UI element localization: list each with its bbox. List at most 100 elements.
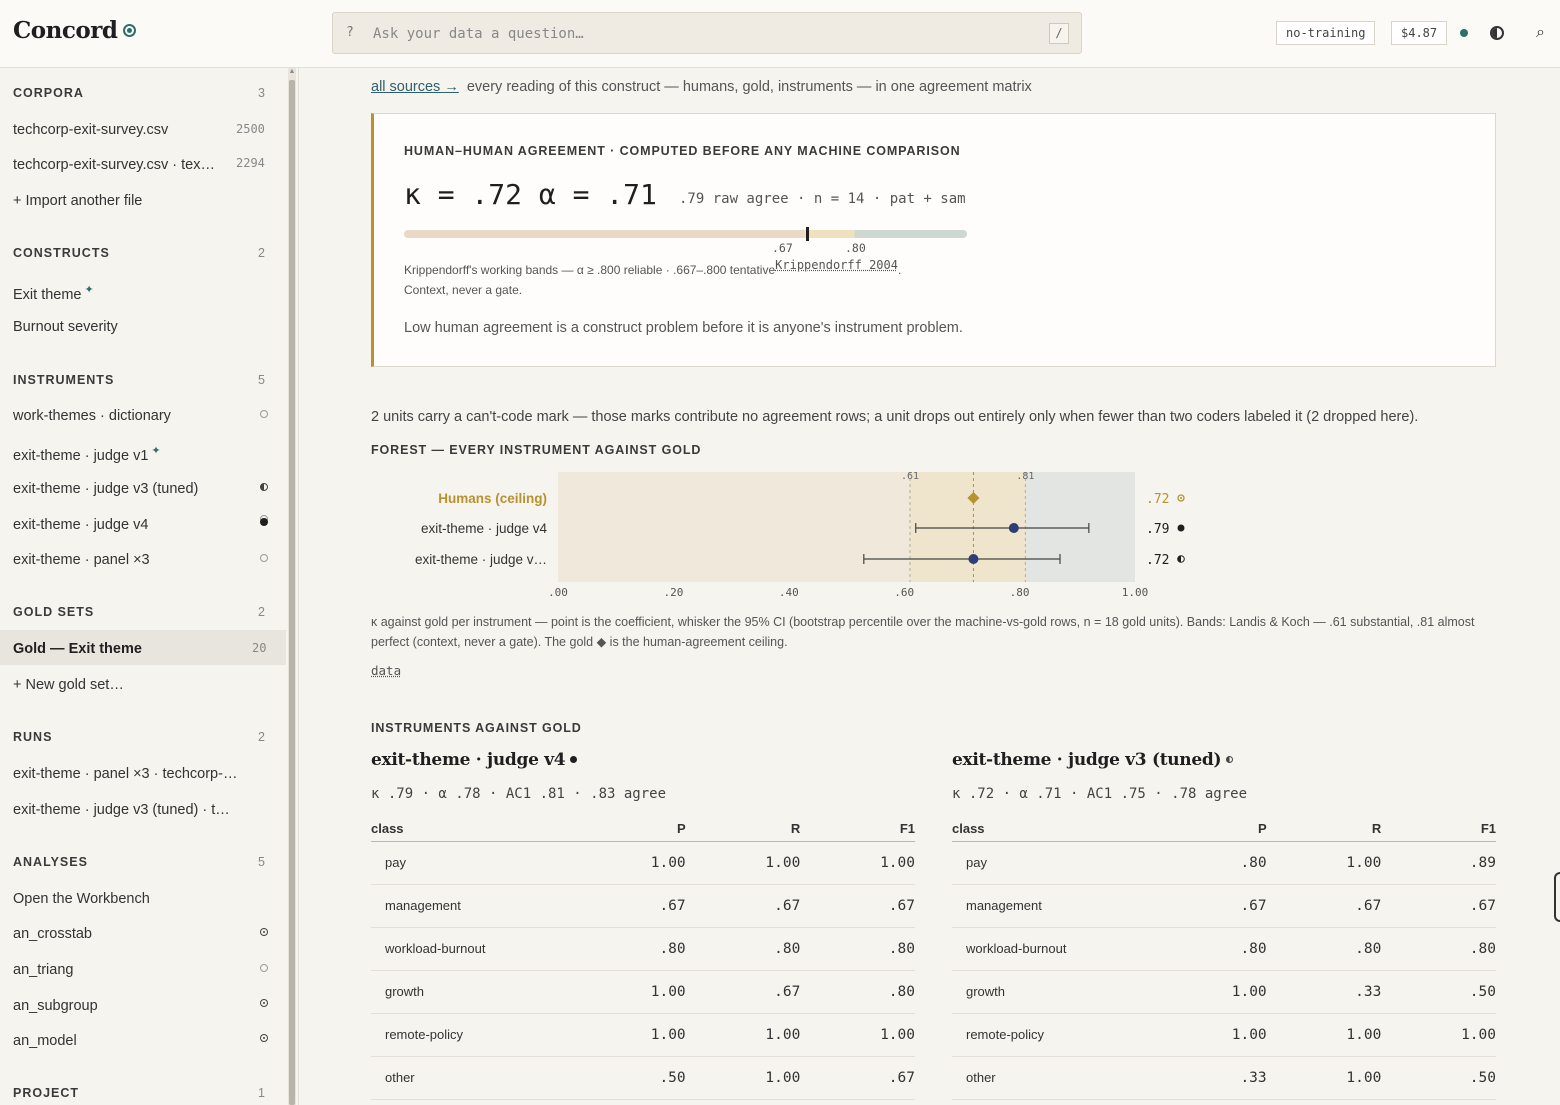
corpus-1-count: 2500 [236,122,265,136]
value-label: .72 [1146,492,1169,507]
column-header: class [952,817,1152,842]
band-tick-80: .80 [845,241,866,255]
column-header: class [371,817,571,842]
class-cell: remote-policy [371,1013,571,1057]
metric-cell: .80 [1152,841,1267,885]
training-mode-badge[interactable]: no-training [1276,21,1376,45]
panel-stats: κ .72 · α .71 · AC1 .75 · .78 agree [952,786,1248,802]
sparkle-icon: ✦ [84,284,94,296]
sidebar-item-burnout-severity[interactable]: Burnout severity [13,319,118,335]
column-header: P [1152,817,1267,842]
search-icon[interactable]: ⌕ [1536,24,1545,42]
section-count-project: 1 [258,1086,265,1100]
status-empty-icon [260,410,268,418]
instrument-label: exit-theme · judge v1 [13,448,149,464]
sidebar-item-judge-v3[interactable]: exit-theme · judge v3 (tuned) [13,481,198,497]
theme-toggle-icon[interactable] [1490,26,1504,40]
metric-cell: .67 [800,884,915,928]
column-header: P [571,817,686,842]
all-sources-link[interactable]: all sources → [371,79,459,95]
class-cell: remote-policy [952,1013,1152,1057]
x-tick-label: .20 [663,586,683,599]
data-link[interactable]: data [371,663,401,678]
sidebar-item-workbench[interactable]: Open the Workbench [13,891,150,907]
sidebar-item-panel-x3[interactable]: exit-theme · panel ×3 [13,552,150,568]
table-row[interactable]: management .67.67.67 [952,884,1496,928]
sidebar-item-an-model[interactable]: an_model [13,1033,77,1049]
band-almost-perfect [1025,472,1135,582]
search-input[interactable] [373,22,1013,46]
metric-cell: 1.00 [685,841,801,885]
table-row[interactable]: growth 1.00.33.50 [952,970,1496,1014]
all-sources-description: every reading of this construct — humans… [466,79,1032,95]
table-row[interactable]: workload-burnout .80.80.80 [371,927,915,971]
units-note: 2 units carry a can't-code mark — those … [371,409,1419,425]
section-count-analyses: 5 [258,855,265,869]
x-tick-label: .60 [894,586,914,599]
sidebar-item-corpus-2[interactable]: techcorp-exit-survey.csv · tex… [13,157,215,173]
sidebar-item-gold-exit-theme[interactable]: Gold — Exit theme [13,641,142,657]
sidebar-item-an-triang[interactable]: an_triang [13,962,73,978]
table-row[interactable]: other .33 1.00.50 [952,1056,1496,1100]
new-gold-set-link[interactable]: + New gold set… [13,677,124,693]
section-title-analyses: ANALYSES [13,855,88,869]
sidebar-item-an-crosstab[interactable]: an_crosstab [13,926,92,942]
section-title-corpora: CORPORA [13,86,84,100]
side-panel-handle[interactable] [1554,872,1560,922]
scroll-up-icon[interactable]: ▲ [288,68,296,78]
status-ring-icon [260,1034,268,1042]
bands-text: Krippendorff's working bands — α ≥ .800 … [404,263,776,277]
metric-cell: 1.00 [1266,1056,1382,1100]
table-row[interactable]: management .67.67.67 [371,884,915,928]
search-bar[interactable]: ? / [332,12,1082,54]
table-row[interactable]: growth 1.00.67.80 [371,970,915,1014]
table-row[interactable]: remote-policy 1.00 1.00 1.00 [952,1013,1496,1057]
logo-mark-icon [123,24,137,37]
sidebar-item-run-2[interactable]: exit-theme · judge v3 (tuned) · t… [13,802,230,818]
sidebar-item-judge-v1[interactable]: exit-theme · judge v1 ✦ [13,444,161,464]
table-row[interactable]: other .50 1.00.67 [371,1056,915,1100]
sidebar-item-run-1[interactable]: exit-theme · panel ×3 · techcorp-… [13,766,237,782]
section-title-runs: RUNS [13,730,53,744]
x-tick-label: 1.00 [1122,586,1149,599]
table-row[interactable]: pay .80 1.00.89 [952,841,1496,885]
cost-badge[interactable]: $4.87 [1391,21,1448,45]
import-file-link[interactable]: + Import another file [13,193,142,209]
metric-cell: .80 [1381,927,1496,971]
sidebar-item-dictionary[interactable]: work-themes · dictionary [13,408,171,424]
status-ring-center [1180,497,1182,499]
column-header: R [1266,817,1382,842]
metric-cell: .67 [685,970,801,1014]
metric-cell: .80 [1152,927,1267,971]
status-full-icon [570,756,578,763]
instrument-panel-judge-v4: exit-theme · judge v4 κ .79 · α .78 · AC… [371,750,915,1100]
series-label: exit-theme · judge v… [415,552,547,567]
sidebar-scrollbar[interactable]: ▲ [288,68,296,1105]
metric-cell: .50 [1381,1056,1496,1100]
table-row[interactable]: remote-policy 1.00 1.00 1.00 [371,1013,915,1057]
forest-caption: κ against gold per instrument — point is… [371,615,1475,649]
citation-link[interactable]: Krippendorff 2004 [775,258,898,272]
sidebar-item-corpus-1[interactable]: techcorp-exit-survey.csv [13,122,168,138]
metrics-table: class P R F1 pay .80 1.00.89 management .67.… [952,817,1496,1100]
panel-title[interactable]: exit-theme · judge v3 (tuned) [952,750,1496,770]
status-half-icon [1226,756,1234,763]
table-row[interactable]: workload-burnout .80.80.80 [952,927,1496,971]
class-cell: workload-burnout [371,927,571,971]
status-ring-icon [260,928,268,936]
metric-cell: .33 [1152,1056,1267,1100]
shortcut-key: / [1049,23,1069,44]
scrollbar-thumb[interactable] [289,80,295,1105]
sidebar-item-an-subgroup[interactable]: an_subgroup [13,998,98,1014]
sidebar-item-exit-theme[interactable]: Exit theme ✦ [13,283,94,303]
class-cell: management [371,884,571,928]
status-full-icon [260,518,268,526]
all-sources-line: all sources → every reading of this const… [371,79,1032,95]
panel-title[interactable]: exit-theme · judge v4 [371,750,915,770]
metric-cell: .80 [685,927,801,971]
app-logo[interactable]: Concord [13,17,137,44]
table-row[interactable]: pay 1.00 1.00 1.00 [371,841,915,885]
corpus-2-count: 2294 [236,156,265,170]
sidebar-item-judge-v4[interactable]: exit-theme · judge v4 [13,517,148,533]
section-count-instruments: 5 [258,373,265,387]
